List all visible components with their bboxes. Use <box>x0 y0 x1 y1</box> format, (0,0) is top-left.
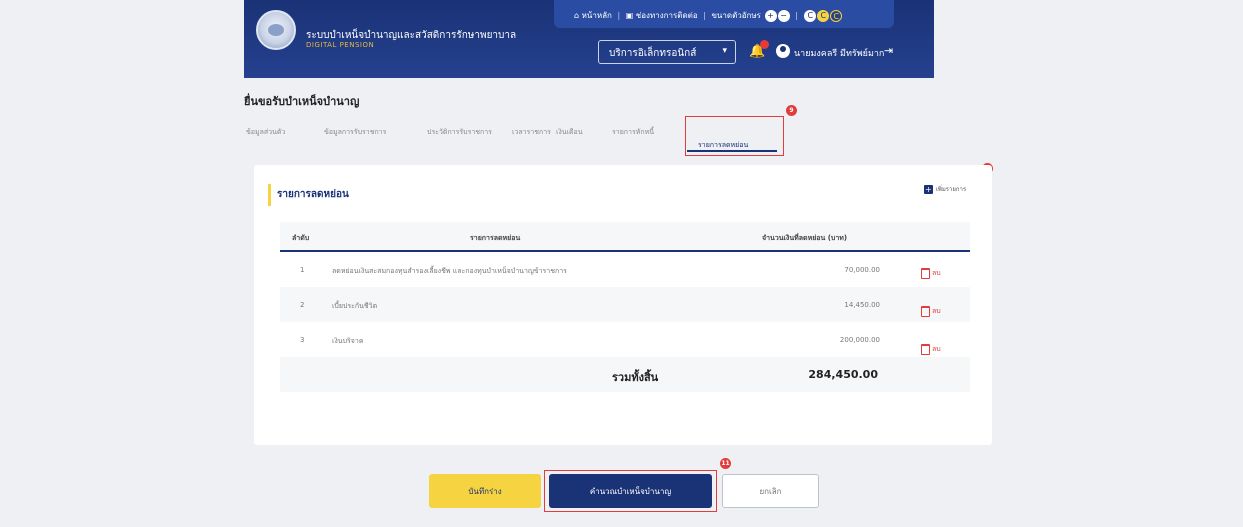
tab-service-history[interactable]: ประวัติการรับราชการ <box>427 127 492 138</box>
notification-badge <box>760 40 769 49</box>
row-amount: 70,000.00 <box>844 266 880 274</box>
calculate-button[interactable]: คำนวณบำเหน็จบำนาญ <box>549 474 712 508</box>
add-item-label: เพิ่มรายการ <box>935 186 967 193</box>
service-dropdown[interactable]: บริการอิเล็กทรอนิกส์ ▾ <box>598 40 736 64</box>
delete-button[interactable]: ลบ <box>921 268 941 279</box>
total-row: รวมทั้งสิ้น 284,450.00 <box>280 357 970 392</box>
add-item-button[interactable]: + เพิ่มรายการ <box>911 177 979 201</box>
delete-button[interactable]: ลบ <box>921 344 941 355</box>
trash-icon <box>921 268 930 279</box>
delete-label: ลบ <box>932 269 941 277</box>
trash-icon <box>921 344 930 355</box>
row-amount: 14,450.00 <box>844 301 880 309</box>
column-header-amount: จำนวนเงินที่ลดหย่อน (บาท) <box>762 234 848 242</box>
total-value: 284,450.00 <box>808 368 878 381</box>
step-marker: 9 <box>786 105 797 116</box>
tab-personal-info[interactable]: ข้อมูลส่วนตัว <box>246 127 285 138</box>
page-title: ยื่นขอรับบำเหน็จบำนาญ <box>244 95 360 108</box>
column-header-no: ลำดับ <box>292 234 310 242</box>
contrast-yellow-icon[interactable]: C <box>817 9 830 22</box>
chevron-down-icon: ▾ <box>722 46 727 56</box>
tab-service-info[interactable]: ข้อมูลการรับราชการ <box>324 127 386 138</box>
tab-service-time[interactable]: เวลาราชการ <box>512 127 551 138</box>
home-icon: ⌂ <box>574 11 580 20</box>
delete-label: ลบ <box>932 345 941 353</box>
save-draft-button[interactable]: บันทึกร่าง <box>429 474 541 508</box>
highlight-box-tab <box>685 116 784 156</box>
row-item: ลดหย่อนเงินสะสมกองทุนสำรองเลี้ยงชีพ และก… <box>332 267 567 275</box>
row-no: 1 <box>300 266 305 274</box>
topnav-contact-link[interactable]: ช่องทางการติดต่อ <box>636 11 698 20</box>
column-header-item: รายการลดหย่อน <box>470 234 521 242</box>
delete-button[interactable]: ลบ <box>921 306 941 317</box>
tab-deductions[interactable]: รายการหักหนี้ <box>612 127 654 138</box>
topnav-fontsize-label: ขนาดตัวอักษร <box>711 11 761 20</box>
row-amount: 200,000.00 <box>839 336 880 344</box>
plus-icon: + <box>923 184 933 194</box>
system-subtitle: DIGITAL PENSION <box>306 41 375 49</box>
table-row: 3 เงินบริจาค 200,000.00 <box>280 322 970 357</box>
row-item: เบี้ยประกันชีวิต <box>332 302 378 310</box>
contrast-normal-icon[interactable]: C <box>804 9 817 22</box>
top-nav: ⌂ หน้าหลัก | ▣ ช่องทางการติดต่อ | ขนาดตั… <box>244 0 934 28</box>
total-label: รวมทั้งสิ้น <box>612 371 659 384</box>
tab-salary[interactable]: เงินเดือน <box>556 127 583 138</box>
row-no: 3 <box>300 336 305 344</box>
card-title: รายการลดหย่อน <box>268 184 349 206</box>
contact-icon: ▣ <box>625 11 634 20</box>
topnav-home-link[interactable]: หน้าหลัก <box>582 11 612 20</box>
trash-icon <box>921 306 930 317</box>
contrast-dark-icon[interactable]: C <box>830 9 843 22</box>
reduction-table: ลำดับ รายการลดหย่อน จำนวนเงินที่ลดหย่อน … <box>280 222 970 392</box>
app-header: ระบบบำเหน็จบำนาญและสวัสดิการรักษาพยาบาล … <box>244 0 934 78</box>
row-item: เงินบริจาค <box>332 337 364 345</box>
row-no: 2 <box>300 301 305 309</box>
logout-icon[interactable]: ⇥ <box>884 44 893 57</box>
service-dropdown-label: บริการอิเล็กทรอนิกส์ <box>609 48 697 59</box>
table-header: ลำดับ รายการลดหย่อน จำนวนเงินที่ลดหย่อน … <box>280 222 970 252</box>
table-row: 2 เบี้ยประกันชีวิต 14,450.00 <box>280 287 970 322</box>
user-name: นายมงคลรี มีทรัพย์มาก <box>794 49 885 59</box>
delete-label: ลบ <box>932 307 941 315</box>
step-marker: 11 <box>720 458 731 469</box>
cancel-button[interactable]: ยกเลิก <box>722 474 819 508</box>
table-row: 1 ลดหย่อนเงินสะสมกองทุนสำรองเลี้ยงชีพ แล… <box>280 252 970 287</box>
font-increase-icon[interactable]: + <box>764 9 777 22</box>
user-avatar-icon <box>776 44 790 58</box>
font-decrease-icon[interactable]: − <box>777 9 790 22</box>
